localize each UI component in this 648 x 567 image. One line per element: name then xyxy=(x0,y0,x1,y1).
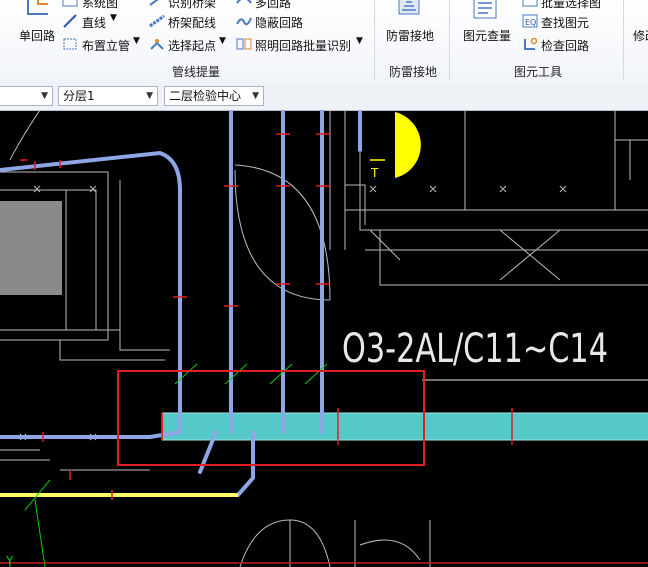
tray-wiring-icon xyxy=(149,14,165,28)
lighting-batch-label: 照明回路批量识别 xyxy=(255,39,352,53)
modify-label[interactable]: 修改 xyxy=(633,27,648,44)
layer-select[interactable]: 分层1 ▼ xyxy=(58,86,158,106)
lighting-batch-icon xyxy=(236,38,252,50)
chevron-down-icon: ▼ xyxy=(133,36,140,46)
text-label-T: T xyxy=(370,166,379,180)
chevron-down-icon: ▼ xyxy=(219,36,226,46)
identify-tray-label: 识别桥架 xyxy=(168,0,217,10)
chevron-down-icon: ▼ xyxy=(252,91,259,101)
multi-loop-icon xyxy=(236,0,252,4)
layer-toolbar: ▼ 分层1 ▼ 二层检验中心 ▼ xyxy=(0,82,648,111)
place-riser-label: 布置立管 xyxy=(82,39,131,53)
separator xyxy=(449,0,450,80)
tray-wiring-label: 桥架配线 xyxy=(168,16,217,30)
tray-icon xyxy=(149,0,159,6)
ribbon: 系统图 单回路 直线 ▼ 布置立管 ▼ 识别桥架 桥架配线 选择起点 ▼ 多回路… xyxy=(0,0,648,83)
element-query-label: 图元查量 xyxy=(463,29,512,43)
batch-select-icon xyxy=(522,0,538,7)
chevron-down-icon: ▼ xyxy=(146,91,153,101)
group-label-pipeline: 管线提量 xyxy=(172,65,221,79)
group-label-lightning: 防雷接地 xyxy=(389,65,438,79)
select-start-icon xyxy=(150,39,164,50)
batch-select-label: 批量选择图 xyxy=(541,0,602,10)
single-loop-label: 单回路 xyxy=(19,29,56,43)
component-type-select[interactable]: ▼ xyxy=(0,86,53,106)
layer-select-value: 分层1 xyxy=(63,89,95,103)
system-diagram-label: 系统图 xyxy=(82,0,119,10)
svg-text:EQ: EQ xyxy=(525,18,536,27)
column-block xyxy=(0,201,62,295)
separator xyxy=(623,0,624,80)
hidden-loop-icon xyxy=(236,17,252,26)
chevron-down-icon: ▼ xyxy=(356,36,363,46)
lightning-label: 防雷接地 xyxy=(386,29,435,43)
lightning-icon xyxy=(398,0,420,15)
group-label-tools: 图元工具 xyxy=(514,65,563,79)
riser-icon xyxy=(63,38,77,50)
cable-tray[interactable] xyxy=(161,412,648,441)
cross-marks xyxy=(19,185,567,441)
floor-select[interactable]: 二层检验中心 ▼ xyxy=(164,86,264,106)
separator xyxy=(374,0,375,80)
line-icon xyxy=(63,14,77,28)
find-element-icon: EQ xyxy=(522,14,538,28)
system-diagram-icon xyxy=(62,0,78,7)
find-element-label: 查找图元 xyxy=(541,16,590,30)
floor-select-value: 二层检验中心 xyxy=(169,89,242,103)
element-query-icon xyxy=(473,0,497,19)
chevron-down-icon: ▼ xyxy=(110,13,117,23)
hidden-loop-label: 隐蔽回路 xyxy=(255,16,304,30)
select-start-label: 选择起点 xyxy=(168,39,217,53)
straight-line-label: 直线 xyxy=(82,16,107,30)
axis-y-label: Y xyxy=(5,554,14,567)
check-loop-icon xyxy=(524,37,538,50)
multi-loop-label: 多回路 xyxy=(255,0,292,10)
chevron-down-icon: ▼ xyxy=(41,91,48,101)
single-loop-icon xyxy=(27,0,48,15)
check-loop-label: 检查回路 xyxy=(541,39,590,53)
loop-annotation: O3-2AL/C11~C14 xyxy=(342,326,608,372)
drawing-canvas[interactable]: T O3-2AL/C11~C14 Y xyxy=(0,110,648,567)
